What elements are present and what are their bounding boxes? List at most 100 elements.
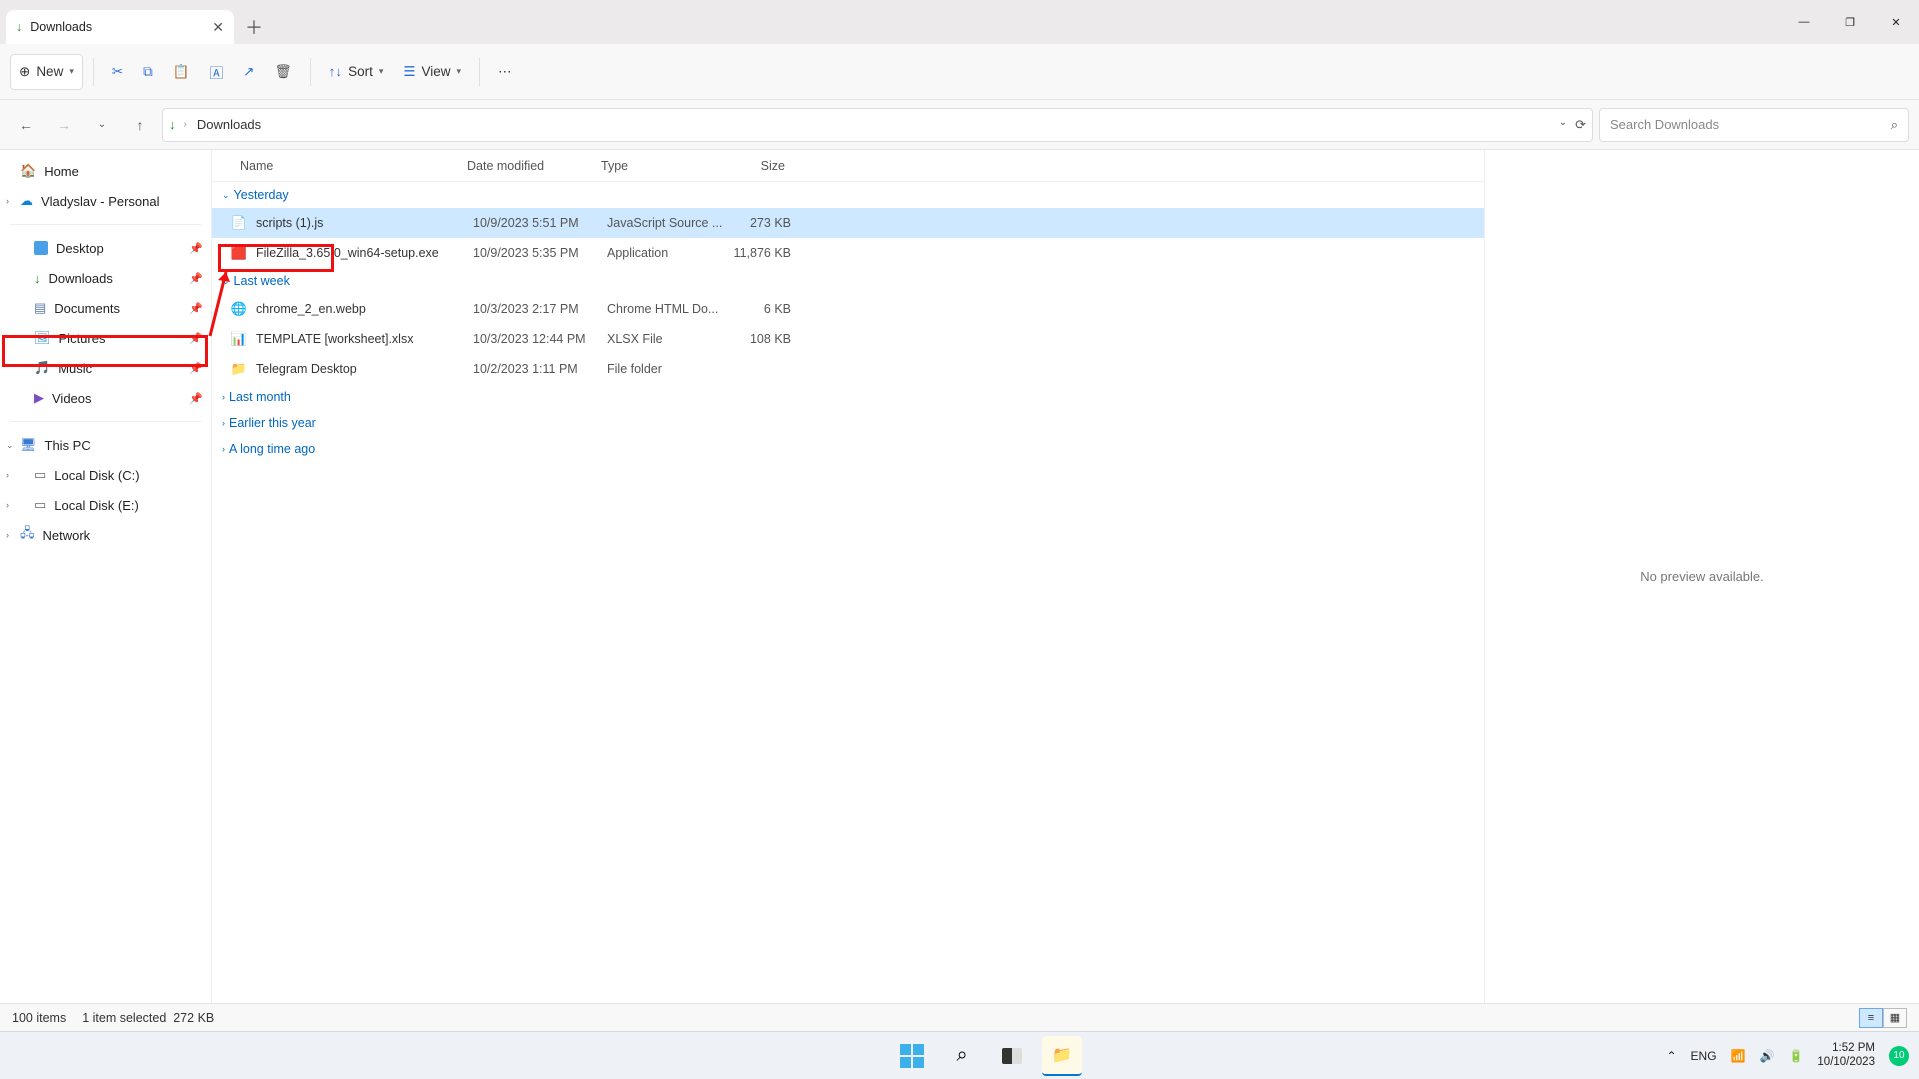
notification-badge[interactable]: 10 xyxy=(1889,1046,1909,1066)
search-input[interactable]: Search Downloads ⌕ xyxy=(1599,108,1909,142)
battery-icon[interactable]: 🔋 xyxy=(1788,1049,1803,1063)
file-row[interactable]: 📄scripts (1).js10/9/2023 5:51 PMJavaScri… xyxy=(212,208,1484,238)
file-row[interactable]: 🟥FileZilla_3.65.0_win64-setup.exe10/9/20… xyxy=(212,238,1484,268)
wifi-icon[interactable]: 📶 xyxy=(1731,1049,1746,1063)
task-view-icon xyxy=(1002,1048,1022,1064)
column-type[interactable]: Type xyxy=(601,159,717,173)
task-view[interactable] xyxy=(992,1036,1032,1076)
expand-icon[interactable]: › xyxy=(6,530,9,540)
nav-videos[interactable]: ▶ Videos 📌 xyxy=(0,383,211,413)
separator xyxy=(10,421,201,422)
tray-clock[interactable]: 1:52 PM 10/10/2023 xyxy=(1817,1042,1875,1070)
close-window-button[interactable]: ✕ xyxy=(1873,0,1919,44)
taskbar-file-explorer[interactable]: 📁 xyxy=(1042,1036,1082,1076)
taskbar-search[interactable]: ⌕ xyxy=(942,1036,982,1076)
group-header[interactable]: ›A long time ago xyxy=(212,436,1484,462)
group-header[interactable]: ›Earlier this year xyxy=(212,410,1484,436)
expand-icon[interactable]: ⌄ xyxy=(6,440,14,451)
share-button[interactable]: ↗ xyxy=(235,54,262,90)
file-type: Chrome HTML Do... xyxy=(607,302,723,316)
file-size: 11,876 KB xyxy=(723,246,797,260)
recent-dropdown[interactable]: ⌄ xyxy=(86,109,118,141)
pin-icon[interactable]: 📌 xyxy=(189,272,203,285)
column-date[interactable]: Date modified xyxy=(467,159,601,173)
nav-this-pc[interactable]: ⌄ 🖥 This PC xyxy=(0,430,211,460)
file-date: 10/9/2023 5:35 PM xyxy=(473,246,607,260)
volume-icon[interactable]: 🔊 xyxy=(1760,1049,1775,1063)
group-header[interactable]: ⌄Last week xyxy=(212,268,1484,294)
address-bar[interactable]: ↓ › Downloads ⌄ ⟳ xyxy=(162,108,1593,142)
new-button[interactable]: ⊕ New ▾ xyxy=(10,54,83,90)
column-name[interactable]: Name xyxy=(212,159,467,173)
divider xyxy=(310,58,311,86)
forward-button[interactable]: → xyxy=(48,109,80,141)
back-button[interactable]: ← xyxy=(10,109,42,141)
pin-icon[interactable]: 📌 xyxy=(189,332,203,345)
details-view-button[interactable]: ≡ xyxy=(1859,1008,1883,1028)
nav-documents[interactable]: ▤ Documents 📌 xyxy=(0,293,211,323)
pin-icon[interactable]: 📌 xyxy=(189,302,203,315)
trash-icon: 🗑 xyxy=(274,64,291,80)
file-row[interactable]: 📁Telegram Desktop10/2/2023 1:11 PMFile f… xyxy=(212,354,1484,384)
nav-downloads[interactable]: ↓ Downloads 📌 xyxy=(0,263,211,293)
tray-overflow[interactable]: ⌃ xyxy=(1666,1049,1676,1063)
close-tab-icon[interactable]: ✕ xyxy=(212,19,224,36)
nav-music[interactable]: 🎵 Music 📌 xyxy=(0,353,211,383)
nav-drive-c[interactable]: › ▭ Local Disk (C:) xyxy=(0,460,211,490)
chevron-right-icon: › xyxy=(222,418,225,428)
group-label: Last week xyxy=(234,274,290,288)
chevron-down-icon: ⌄ xyxy=(222,190,230,201)
file-row[interactable]: 🌐chrome_2_en.webp10/3/2023 2:17 PMChrome… xyxy=(212,294,1484,324)
rename-button[interactable]: 🄰 xyxy=(202,54,232,90)
pin-icon[interactable]: 📌 xyxy=(189,362,203,375)
nav-drive-e[interactable]: › ▭ Local Disk (E:) xyxy=(0,490,211,520)
start-button[interactable] xyxy=(892,1036,932,1076)
delete-button[interactable]: 🗑 xyxy=(266,54,299,90)
view-button[interactable]: ☰ View ▾ xyxy=(395,54,469,90)
nav-label: Downloads xyxy=(49,271,113,286)
chevron-down-icon[interactable]: ⌄ xyxy=(1559,117,1567,133)
window-tab-downloads[interactable]: ↓ Downloads ✕ xyxy=(6,10,234,44)
breadcrumb-downloads[interactable]: Downloads xyxy=(195,117,263,132)
expand-icon[interactable]: › xyxy=(6,196,9,206)
search-icon: ⌕ xyxy=(957,1044,968,1067)
column-size[interactable]: Size xyxy=(717,159,791,173)
file-name: FileZilla_3.65.0_win64-setup.exe xyxy=(256,246,473,260)
paste-button[interactable]: 📋 xyxy=(165,54,198,90)
nav-onedrive-personal[interactable]: › ☁ Vladyslav - Personal xyxy=(0,186,211,216)
nav-home[interactable]: 🏠 Home xyxy=(0,156,211,186)
group-header[interactable]: ›Last month xyxy=(212,384,1484,410)
pin-icon[interactable]: 📌 xyxy=(189,242,203,255)
videos-icon: ▶ xyxy=(34,390,44,406)
maximize-button[interactable]: ❐ xyxy=(1827,0,1873,44)
status-item-count: 100 items xyxy=(12,1011,66,1025)
drive-icon: ▭ xyxy=(34,467,46,483)
divider xyxy=(93,58,94,86)
sort-button[interactable]: ↑↓ Sort ▾ xyxy=(321,54,392,90)
thumbnails-view-button[interactable]: ▦ xyxy=(1883,1008,1907,1028)
file-size: 273 KB xyxy=(723,216,797,230)
file-date: 10/9/2023 5:51 PM xyxy=(473,216,607,230)
expand-icon[interactable]: › xyxy=(6,470,9,480)
copy-button[interactable]: ⧉ xyxy=(135,54,161,90)
expand-icon[interactable]: › xyxy=(6,500,9,510)
more-button[interactable]: ⋯ xyxy=(490,54,520,90)
cut-button[interactable]: ✂ xyxy=(104,54,131,90)
new-tab-button[interactable]: ＋ xyxy=(234,10,274,44)
nav-pictures[interactable]: 🖼 Pictures 📌 xyxy=(0,323,211,353)
up-button[interactable]: ↑ xyxy=(124,109,156,141)
group-header[interactable]: ⌄Yesterday xyxy=(212,182,1484,208)
drive-icon: ▭ xyxy=(34,497,46,513)
status-selection: 1 item selected 272 KB xyxy=(82,1011,214,1025)
pictures-icon: 🖼 xyxy=(34,330,51,346)
pin-icon[interactable]: 📌 xyxy=(189,392,203,405)
search-icon: ⌕ xyxy=(1891,117,1898,133)
tray-language[interactable]: ENG xyxy=(1691,1049,1717,1063)
nav-label: Vladyslav - Personal xyxy=(41,194,160,209)
refresh-button[interactable]: ⟳ xyxy=(1575,117,1586,133)
network-icon: 🖧 xyxy=(20,524,35,546)
nav-network[interactable]: › 🖧 Network xyxy=(0,520,211,550)
minimize-button[interactable]: — xyxy=(1781,0,1827,44)
file-row[interactable]: 📊TEMPLATE [worksheet].xlsx10/3/2023 12:4… xyxy=(212,324,1484,354)
nav-desktop[interactable]: Desktop 📌 xyxy=(0,233,211,263)
